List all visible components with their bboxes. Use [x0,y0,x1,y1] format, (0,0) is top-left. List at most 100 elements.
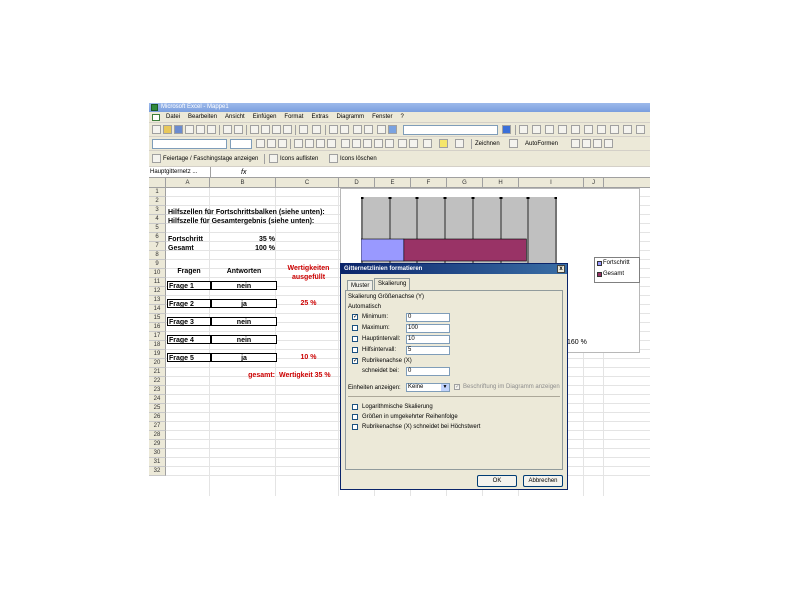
row-header-8[interactable]: 8 [149,251,166,260]
cell-a3[interactable]: Hilfszelle für Gesamtergebnis (siehe unt… [168,217,314,226]
chart-icon-4[interactable] [558,125,567,134]
ok-button[interactable]: OK [477,475,517,487]
chart-icon-9[interactable] [623,125,632,134]
row-header-19[interactable]: 19 [149,350,166,359]
italic-icon[interactable] [267,139,276,148]
undo-icon[interactable] [299,125,308,134]
minimum-checkbox[interactable]: ✓ [352,314,358,320]
chart-legend[interactable]: Fortschritt Gesamt [594,257,640,283]
maximum-input[interactable]: 100 [406,324,450,333]
cell-a2[interactable]: Hilfszellen für Fortschrittsbalken (sieh… [168,208,325,217]
save-icon[interactable] [174,125,183,134]
menu-item-0[interactable]: Datei [166,114,180,120]
minimum-input[interactable]: 0 [406,313,450,322]
column-header-e[interactable]: E [375,178,411,188]
cell-b9[interactable]: Antworten [211,267,277,276]
arrow-icon[interactable] [582,139,591,148]
display-units-select[interactable]: Keine ▼ [406,383,450,392]
column-header-b[interactable]: B [210,178,276,188]
cell-a9[interactable]: Fragen [167,267,211,276]
column-header-j[interactable]: J [584,178,604,188]
cross-at-max-checkbox[interactable] [352,424,358,430]
redo-icon[interactable] [312,125,321,134]
line-icon[interactable] [571,139,580,148]
list-icons-button[interactable]: Icons auflisten [280,151,318,167]
cell-b6[interactable]: 100 % [211,244,275,253]
column-header-a[interactable]: A [166,178,210,188]
cell-b20[interactable]: gesamt: [211,371,277,380]
row-header-20[interactable]: 20 [149,359,166,368]
research-icon[interactable] [234,125,243,134]
row-header-22[interactable]: 22 [149,377,166,386]
underline-icon[interactable] [278,139,287,148]
cell-b12[interactable]: ja [211,299,277,308]
minor-unit-checkbox[interactable] [352,347,358,353]
paste-icon[interactable] [272,125,281,134]
column-header-d[interactable]: D [339,178,375,188]
merge-center-icon[interactable] [327,139,336,148]
cell-b10[interactable]: nein [211,281,277,290]
cell-c20[interactable]: Wertigkeit 35 % [279,371,331,380]
chart-icon-8[interactable] [610,125,619,134]
print-preview-icon[interactable] [207,125,216,134]
workbook-icon[interactable] [152,114,160,121]
draw-menu[interactable]: Zeichnen [475,137,500,151]
thousands-icon[interactable] [363,139,372,148]
percent-icon[interactable] [341,139,350,148]
align-center-icon[interactable] [305,139,314,148]
new-icon[interactable] [152,125,161,134]
reverse-order-checkbox[interactable] [352,414,358,420]
cell-c9[interactable]: Wertigkeiten ausgefüllt [277,264,340,282]
row-header-31[interactable]: 31 [149,458,166,467]
spelling-icon[interactable] [223,125,232,134]
function-icon[interactable]: fx [241,167,246,178]
rectangle-icon[interactable] [593,139,602,148]
open-icon[interactable] [163,125,172,134]
oval-icon[interactable] [604,139,613,148]
row-header-5[interactable]: 5 [149,224,166,233]
menu-item-3[interactable]: Einfügen [253,114,277,120]
row-header-14[interactable]: 14 [149,305,166,314]
decrease-decimal-icon[interactable] [385,139,394,148]
row-header-17[interactable]: 17 [149,332,166,341]
cancel-button[interactable]: Abbrechen [523,475,563,487]
chart-icon-1[interactable] [519,125,528,134]
minor-unit-input[interactable]: 5 [406,346,450,355]
row-header-25[interactable]: 25 [149,404,166,413]
row-header-3[interactable]: 3 [149,206,166,215]
print-icon[interactable] [196,125,205,134]
menu-item-7[interactable]: Fenster [372,114,392,120]
row-header-16[interactable]: 16 [149,323,166,332]
zoom-combo[interactable] [403,125,498,135]
select-objects-icon[interactable] [509,139,518,148]
autoshapes-menu[interactable]: AutoFormen [525,137,558,151]
row-header-23[interactable]: 23 [149,386,166,395]
category-axis-checkbox[interactable]: ✓ [352,358,358,364]
currency-icon[interactable] [352,139,361,148]
chevron-down-icon[interactable]: ▼ [441,384,449,391]
menu-item-5[interactable]: Extras [311,114,328,120]
maximum-checkbox[interactable] [352,325,358,331]
align-left-icon[interactable] [294,139,303,148]
name-box[interactable]: Hauptgitternetz ... [149,167,211,178]
cell-b16[interactable]: nein [211,335,277,344]
cell-a6[interactable]: Gesamt [168,244,194,253]
chart-icon-2[interactable] [532,125,541,134]
log-scale-checkbox[interactable] [352,404,358,410]
row-header-6[interactable]: 6 [149,233,166,242]
row-header-29[interactable]: 29 [149,440,166,449]
row-header-24[interactable]: 24 [149,395,166,404]
hyperlink-icon[interactable] [329,125,338,134]
bold-icon[interactable] [256,139,265,148]
borders-icon[interactable] [423,139,432,148]
column-header-i[interactable]: I [519,178,584,188]
close-icon[interactable]: x [557,265,565,273]
cell-a12[interactable]: Frage 2 [167,299,211,308]
row-header-15[interactable]: 15 [149,314,166,323]
format-painter-icon[interactable] [283,125,292,134]
cell-c12[interactable]: 25 % [277,299,340,308]
sort-descending-icon[interactable] [364,125,373,134]
copy-icon[interactable] [261,125,270,134]
column-header-h[interactable]: H [483,178,519,188]
delete-icons-button[interactable]: Icons löschen [340,151,377,167]
